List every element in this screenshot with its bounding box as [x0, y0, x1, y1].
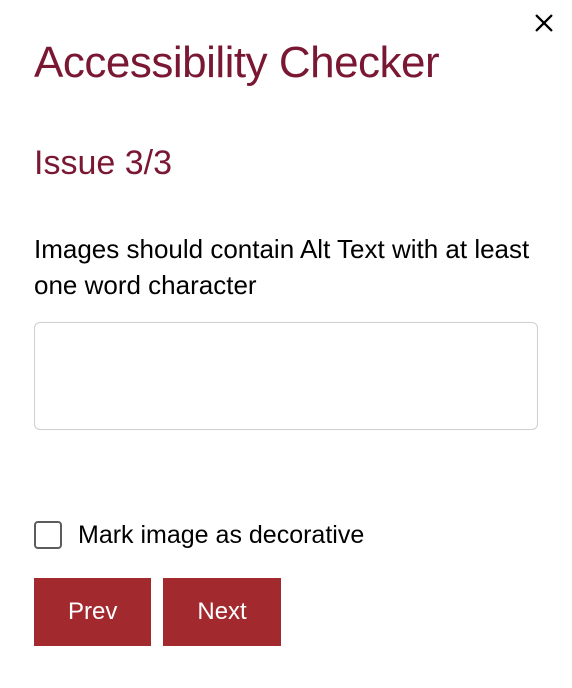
close-button[interactable] — [528, 8, 560, 40]
decorative-checkbox-row: Mark image as decorative — [34, 521, 538, 550]
issue-heading: Issue 3/3 — [34, 144, 538, 183]
alt-text-input[interactable] — [34, 322, 538, 430]
next-button[interactable]: Next — [163, 578, 280, 646]
prev-button[interactable]: Prev — [34, 578, 151, 646]
decorative-checkbox-label[interactable]: Mark image as decorative — [78, 521, 364, 550]
decorative-checkbox[interactable] — [34, 521, 62, 549]
dialog-title: Accessibility Checker — [34, 38, 538, 88]
nav-button-row: Prev Next — [34, 578, 538, 646]
dialog-content: Accessibility Checker Issue 3/3 Images s… — [0, 0, 572, 680]
issue-description: Images should contain Alt Text with at l… — [34, 231, 538, 304]
close-icon — [533, 12, 555, 37]
